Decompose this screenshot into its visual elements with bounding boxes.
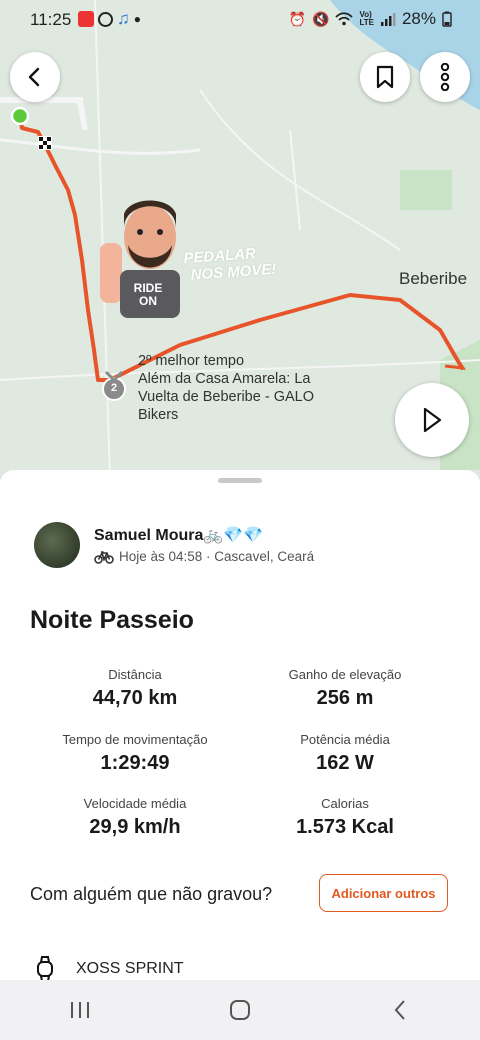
wifi-icon [335,12,354,26]
status-bar: 11:25 ♫ ● ⏰ 🔇 Vo) LTE 28% [0,0,480,40]
play-icon [423,407,442,433]
athlete-name[interactable]: Samuel Moura🚲💎💎 [94,525,263,545]
recent-apps-button[interactable] [50,990,110,1030]
green-area [400,170,452,210]
stat-value: 29,9 km/h [89,816,181,838]
stat-label: Calorias [321,796,369,811]
battery-percent: 28% [401,9,436,28]
lte-icon: Vo) LTE [359,10,374,27]
more-vertical-icon [440,63,450,91]
sheet-drag-handle[interactable] [218,478,262,483]
stat-power: Potência média 162 W [245,732,445,775]
home-icon [230,1000,250,1020]
whatsapp-icon [98,11,113,27]
activity-sheet: Samuel Moura🚲💎💎 Hoje às 04:58 · Cascavel… [0,470,480,1040]
start-marker [10,106,30,126]
stat-value: 256 m [316,687,374,709]
battery-icon [442,11,452,27]
photo-app-icon [78,11,94,27]
back-chevron-icon [394,1000,405,1020]
bike-icon [94,550,114,564]
more-options-button[interactable] [420,52,470,102]
stat-label: Tempo de movimentação [62,732,208,747]
route-map[interactable]: RIDE ON 2 PEDALAR NOS MOVE! Beberibe 2º … [0,0,480,480]
town-label: Beberibe [399,269,468,288]
segment-name: Além da Casa Amarela: La Vuelta de Beber… [138,371,314,423]
mute-icon: 🔇 [312,10,330,27]
stat-calories: Calorias 1.573 Kcal [245,796,445,839]
stat-value: 1:29:49 [100,752,170,774]
stat-label: Velocidade média [83,796,187,811]
system-nav-bar [0,980,480,1040]
road [289,129,301,231]
music-icon: ♫ [117,9,130,28]
achievement-rank: 2º melhor tempo [138,353,245,369]
activity-meta: Hoje às 04:58 · Cascavel, Ceará [94,549,314,564]
back-arrow-icon [28,67,40,87]
stat-distance: Distância 44,70 km [35,667,235,710]
add-others-button[interactable]: Adicionar outros [319,874,448,912]
watch-icon [37,956,53,982]
bookmark-icon [376,65,394,89]
with-someone-prompt: Com alguém que não gravou? [30,884,273,904]
bookmark-button[interactable] [360,52,410,102]
device-name: XOSS SPRINT [76,960,184,977]
recent-apps-icon [71,1002,89,1018]
device-row[interactable]: XOSS SPRINT [34,956,184,982]
play-flyover-button[interactable] [395,383,469,457]
medal-number: 2 [110,382,118,394]
notification-dot-icon: ● [133,12,141,26]
status-time: 11:25 [30,10,72,29]
stat-label: Distância [108,667,162,682]
stat-label: Potência média [300,732,390,747]
stat-value: 162 W [316,752,374,774]
road [94,0,111,480]
stat-speed: Velocidade média 29,9 km/h [35,796,235,839]
shirt-text: ON [139,294,157,308]
timestamp-location: Hoje às 04:58 · Cascavel, Ceará [119,549,315,564]
system-back-button[interactable] [370,990,430,1030]
back-button[interactable] [10,52,60,102]
stat-moving-time: Tempo de movimentação 1:29:49 [35,732,235,775]
stat-value: 1.573 Kcal [296,816,394,838]
signal-icon [380,13,396,26]
stat-elevation: Ganho de elevação 256 m [245,667,445,710]
home-button[interactable] [210,990,270,1030]
stat-label: Ganho de elevação [288,667,402,682]
activity-title: Noite Passeio [30,606,194,634]
alarm-icon: ⏰ [288,10,307,27]
athlete-avatar[interactable] [34,522,80,568]
segment-achievement[interactable]: 2º melhor tempo Além da Casa Amarela: La… [138,352,338,424]
stat-value: 44,70 km [92,687,178,709]
